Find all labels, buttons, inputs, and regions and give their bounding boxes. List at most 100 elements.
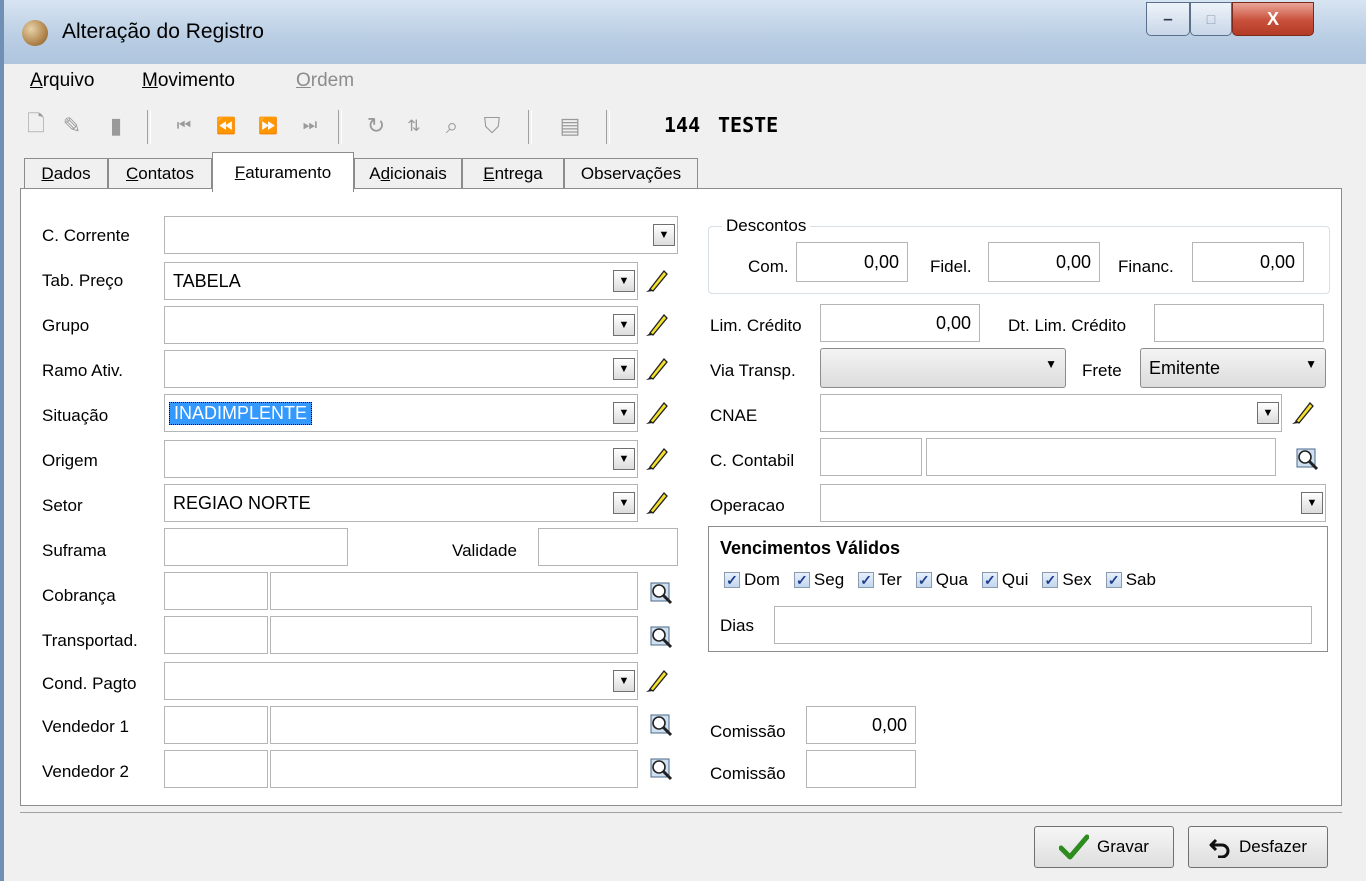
- vendedor1-code-input[interactable]: [164, 706, 268, 744]
- lookup-icon[interactable]: [648, 756, 674, 782]
- c-contabil-code-input[interactable]: [820, 438, 922, 476]
- lookup-icon[interactable]: [648, 624, 674, 650]
- vendedor2-desc-input[interactable]: [270, 750, 638, 788]
- prev-record-icon[interactable]: ⏪: [212, 112, 240, 140]
- ter-checkbox[interactable]: ✓ Ter: [858, 570, 902, 590]
- edit-pencil-icon[interactable]: [644, 666, 670, 694]
- cond-pagto-combo[interactable]: ▼: [164, 662, 638, 700]
- seg-checkbox[interactable]: ✓ Seg: [793, 570, 844, 590]
- tab-observacoes[interactable]: Observações: [564, 158, 698, 188]
- refresh-icon[interactable]: ↻: [362, 112, 390, 140]
- chevron-down-icon[interactable]: ▼: [613, 670, 635, 692]
- vencimentos-title: Vencimentos Válidos: [720, 538, 901, 558]
- descontos-title: Descontos: [722, 216, 811, 236]
- chevron-down-icon[interactable]: ▼: [613, 270, 635, 292]
- chevron-down-icon[interactable]: ▼: [613, 402, 635, 424]
- print-icon[interactable]: ▤: [556, 112, 584, 140]
- gravar-button[interactable]: Gravar: [1034, 826, 1174, 868]
- via-transp-select[interactable]: ▼: [820, 348, 1066, 388]
- tab-adicionais[interactable]: Ad icionais: [354, 158, 462, 188]
- edit-pencil-icon[interactable]: [644, 310, 670, 338]
- dom-checkbox[interactable]: ✓ Dom: [724, 570, 780, 590]
- situacao-label: Situação: [42, 406, 109, 425]
- lookup-icon[interactable]: [1294, 446, 1320, 472]
- chevron-down-icon[interactable]: ▼: [613, 314, 635, 336]
- desconto-com-input[interactable]: 0,00: [796, 242, 908, 282]
- edit-pencil-icon[interactable]: [644, 354, 670, 382]
- tab-faturamento[interactable]: Faturamento: [212, 152, 354, 192]
- chevron-down-icon[interactable]: ▼: [653, 224, 675, 246]
- comissao2-input[interactable]: [806, 750, 916, 788]
- sex-checkbox[interactable]: ✓ Sex: [1042, 570, 1092, 590]
- edit-pencil-icon[interactable]: [644, 266, 670, 294]
- menu-ordem[interactable]: Ordem: [296, 70, 354, 92]
- tab-dados[interactable]: Dados: [24, 158, 108, 188]
- edit-pencil-icon[interactable]: [644, 444, 670, 472]
- minimize-button[interactable]: –: [1146, 2, 1190, 36]
- edit-pencil-icon[interactable]: [644, 488, 670, 516]
- tab-dados-label: ados: [53, 163, 91, 183]
- chevron-down-icon[interactable]: ▼: [613, 358, 635, 380]
- dt-lim-credito-input[interactable]: [1154, 304, 1324, 342]
- comissao1-value: 0,00: [871, 714, 907, 735]
- validade-input[interactable]: [538, 528, 678, 566]
- lookup-icon[interactable]: [648, 580, 674, 606]
- suframa-label: Suframa: [42, 541, 107, 560]
- find-icon[interactable]: ⌕: [438, 112, 466, 140]
- cobranca-desc-input[interactable]: [270, 572, 638, 610]
- suframa-input[interactable]: [164, 528, 348, 566]
- menu-movimento-accel: M: [142, 70, 158, 91]
- sort-icon[interactable]: ⇅: [400, 112, 428, 140]
- maximize-button[interactable]: □: [1190, 2, 1232, 36]
- vendedor2-code-input[interactable]: [164, 750, 268, 788]
- edit-pencil-icon[interactable]: [1290, 398, 1316, 426]
- first-record-icon[interactable]: ⏮: [170, 112, 198, 140]
- validade-label: Validade: [452, 541, 517, 560]
- edit-pencil-icon[interactable]: [644, 398, 670, 426]
- next-record-icon[interactable]: ⏩: [254, 112, 282, 140]
- tab-entrega-accel: E: [483, 163, 495, 183]
- origem-label: Origem: [42, 451, 98, 470]
- filter-icon[interactable]: ⛉: [478, 112, 506, 140]
- tab-contatos[interactable]: Contatos: [108, 158, 212, 188]
- new-icon[interactable]: 🗋: [22, 111, 50, 140]
- vendedor1-desc-input[interactable]: [270, 706, 638, 744]
- chevron-down-icon[interactable]: ▼: [1301, 492, 1323, 514]
- transportad-desc-input[interactable]: [270, 616, 638, 654]
- chevron-down-icon[interactable]: ▼: [1257, 402, 1279, 424]
- c-corrente-combo[interactable]: ▼: [164, 216, 678, 254]
- menu-movimento[interactable]: Movimento: [142, 70, 235, 92]
- close-button[interactable]: X: [1232, 2, 1314, 36]
- operacao-combo[interactable]: ▼: [820, 484, 1326, 522]
- dias-input[interactable]: [774, 606, 1312, 644]
- ramo-ativ-combo[interactable]: ▼: [164, 350, 638, 388]
- chevron-down-icon[interactable]: ▼: [613, 448, 635, 470]
- grupo-combo[interactable]: ▼: [164, 306, 638, 344]
- transportad-code-input[interactable]: [164, 616, 268, 654]
- setor-combo[interactable]: REGIAO NORTE ▼: [164, 484, 638, 522]
- delete-icon[interactable]: ▮: [102, 112, 130, 140]
- desfazer-button[interactable]: Desfazer: [1188, 826, 1328, 868]
- situacao-combo[interactable]: INADIMPLENTE ▼: [164, 394, 638, 432]
- c-corrente-label: C. Corrente: [42, 226, 130, 245]
- tab-preco-combo[interactable]: TABELA ▼: [164, 262, 638, 300]
- cobranca-code-input[interactable]: [164, 572, 268, 610]
- chevron-down-icon[interactable]: ▼: [613, 492, 635, 514]
- lookup-icon[interactable]: [648, 712, 674, 738]
- comissao1-input[interactable]: 0,00: [806, 706, 916, 744]
- menu-arquivo[interactable]: Arquivo: [30, 70, 94, 92]
- c-contabil-desc-input[interactable]: [926, 438, 1276, 476]
- tab-entrega[interactable]: Entrega: [462, 158, 564, 188]
- sex-label: Sex: [1062, 570, 1092, 589]
- sab-checkbox[interactable]: ✓ Sab: [1105, 570, 1156, 590]
- frete-select[interactable]: Emitente ▼: [1140, 348, 1326, 388]
- origem-combo[interactable]: ▼: [164, 440, 638, 478]
- qua-checkbox[interactable]: ✓ Qua: [915, 570, 968, 590]
- cnae-combo[interactable]: ▼: [820, 394, 1282, 432]
- desconto-financ-input[interactable]: 0,00: [1192, 242, 1304, 282]
- qui-checkbox[interactable]: ✓ Qui: [981, 570, 1028, 590]
- desconto-fidel-input[interactable]: 0,00: [988, 242, 1100, 282]
- edit-icon[interactable]: ✎: [58, 112, 86, 140]
- lim-credito-input[interactable]: 0,00: [820, 304, 980, 342]
- last-record-icon[interactable]: ⏭: [296, 112, 324, 140]
